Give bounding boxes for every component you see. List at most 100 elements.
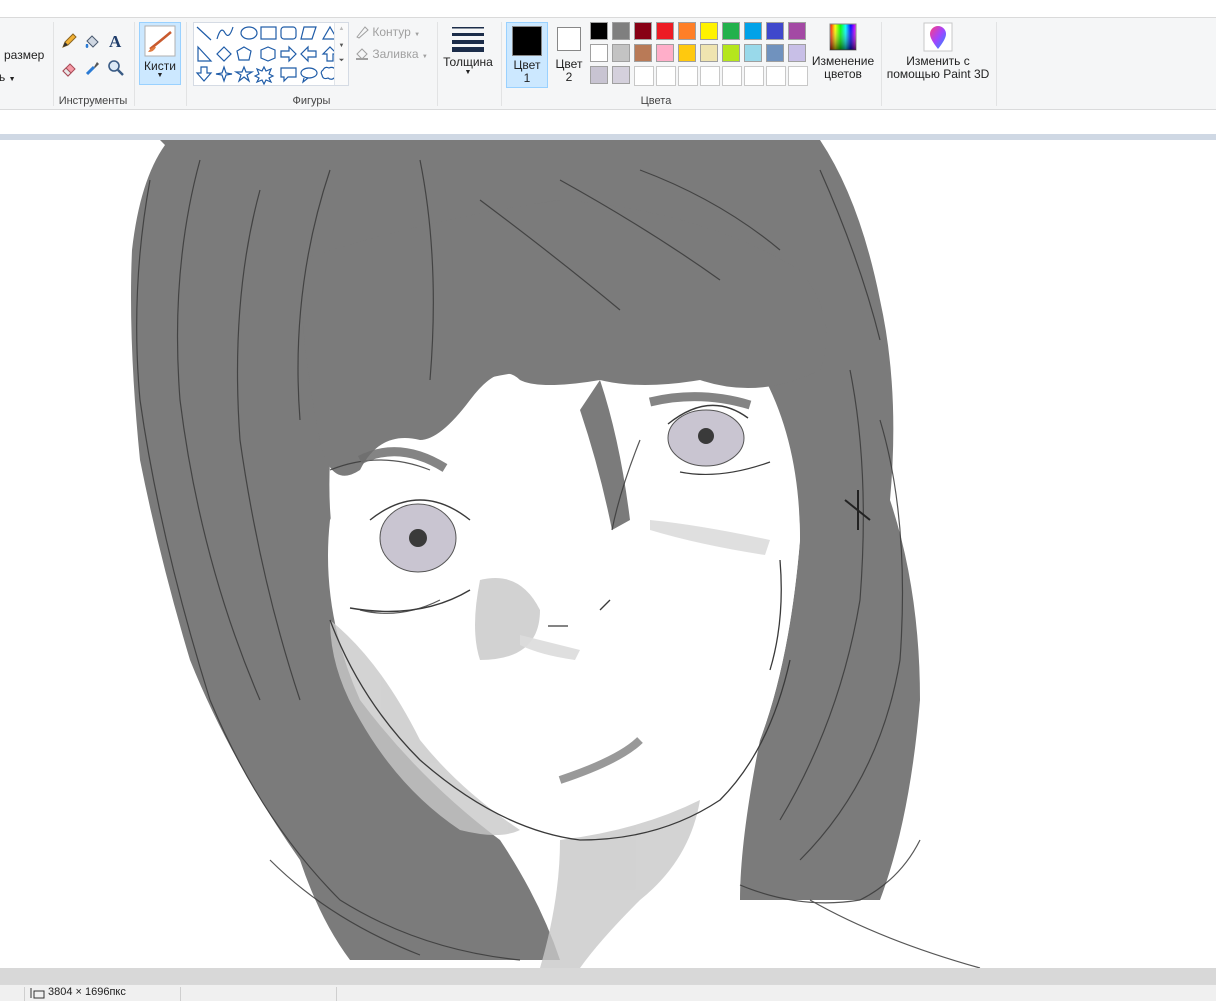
chevron-down-icon: ▼ [421, 54, 428, 60]
status-bar: 3804 × 1696пкс [0, 984, 1216, 1001]
palette-empty-slot[interactable] [678, 66, 698, 86]
size-label: Толщина [443, 55, 493, 69]
size-button[interactable]: Толщина ▼ [440, 24, 496, 84]
palette-swatch[interactable] [678, 44, 696, 62]
shapes-gallery: ▲ ▼ ⏷ [193, 22, 349, 86]
ribbon: размер ь ▼ A Инструменты Кисти ▼ ▲ ▼ ⏷ К… [0, 18, 1216, 110]
colors-group-label: Цвета [640, 95, 672, 107]
text-tool[interactable]: A [106, 31, 126, 51]
color2-button[interactable]: Цвет 2 [552, 22, 586, 88]
shapes-icons [195, 25, 339, 86]
palette-swatch[interactable] [634, 22, 652, 40]
palette-swatch[interactable] [700, 22, 718, 40]
image-dimensions: 3804 × 1696пкс [48, 986, 126, 998]
pencil-tool[interactable] [59, 31, 79, 51]
outline-button[interactable]: Контур ▼ [355, 25, 420, 39]
rotate-label: ь [0, 70, 6, 84]
pencil-icon [62, 33, 77, 48]
shapes-group-label: Фигуры [292, 95, 331, 107]
group-divider [134, 22, 135, 106]
palette-swatch[interactable] [722, 44, 740, 62]
palette-swatch[interactable] [744, 22, 762, 40]
color2-swatch [557, 27, 581, 51]
group-divider [881, 22, 882, 106]
palette-swatch[interactable] [788, 44, 806, 62]
color2-label-line2: 2 [565, 70, 573, 84]
magnifier-icon [108, 60, 124, 76]
eraser-icon [62, 63, 76, 77]
color1-label-line2: 1 [523, 71, 531, 85]
palette-swatch[interactable] [744, 44, 762, 62]
edit-with-paint3d-button[interactable]: Изменить с помощью Paint 3D [885, 22, 991, 88]
eyedropper-icon [85, 62, 99, 76]
image-size-icon [30, 988, 45, 999]
palette-swatch[interactable] [590, 22, 608, 40]
palette-empty-slot[interactable] [744, 66, 764, 86]
palette-empty-slot[interactable] [766, 66, 786, 86]
color1-button[interactable]: Цвет 1 [506, 22, 548, 88]
fill-label: Заливка [372, 47, 419, 61]
line-thickness-icon [452, 27, 484, 52]
group-divider [996, 22, 997, 106]
title-strip [0, 0, 1216, 18]
chevron-down-icon: ▼ [464, 69, 472, 76]
palette-swatch[interactable] [590, 44, 608, 62]
paint3d-label-line2: помощью Paint 3D [886, 67, 990, 81]
group-divider [437, 22, 438, 106]
gallery-expand-icon: ⏷ [338, 57, 345, 64]
status-divider [336, 987, 337, 1001]
ruler-gap [0, 110, 1216, 134]
palette-swatch[interactable] [656, 22, 674, 40]
palette-swatch[interactable] [612, 22, 630, 40]
fill-button[interactable]: Заливка ▼ [355, 47, 428, 61]
outline-label: Контур [372, 25, 411, 39]
text-icon: A [109, 32, 122, 50]
palette-swatch[interactable] [766, 22, 784, 40]
drawing-canvas[interactable] [0, 140, 1216, 968]
color-palette [590, 22, 812, 88]
palette-empty-slot[interactable] [700, 66, 720, 86]
fill-bucket-icon [356, 48, 368, 60]
portrait-drawing [131, 140, 981, 968]
colors-group: Цвет 1 Цвет 2 Изменение цветов Цвета [502, 18, 880, 109]
shapes-group: ▲ ▼ ⏷ Контур ▼ Заливка ▼ Фигуры [187, 18, 436, 109]
palette-swatch[interactable] [722, 22, 740, 40]
palette-swatch[interactable] [678, 22, 696, 40]
palette-swatch[interactable] [612, 44, 630, 62]
rainbow-palette-icon [829, 23, 857, 51]
outline-brush-icon [356, 26, 369, 39]
chevron-down-icon: ▼ [338, 43, 345, 49]
image-group: размер ь ▼ [0, 18, 52, 109]
palette-empty-slot[interactable] [634, 66, 654, 86]
status-divider [180, 987, 181, 1001]
brushes-button[interactable]: Кисти ▼ [139, 22, 181, 85]
palette-empty-slot[interactable] [788, 66, 808, 86]
paint3d-icon [923, 22, 953, 52]
edit-colors-button[interactable]: Изменение цветов [808, 22, 878, 88]
chevron-down-icon: ▼ [414, 32, 421, 38]
chevron-down-icon: ▼ [8, 76, 16, 83]
status-divider [24, 987, 25, 1001]
resize-button[interactable]: размер [4, 48, 44, 62]
palette-empty-slot[interactable] [722, 66, 742, 86]
brushes-label: Кисти [144, 59, 176, 73]
palette-swatch[interactable] [788, 22, 806, 40]
palette-swatch[interactable] [766, 44, 784, 62]
paint-bucket-icon [85, 35, 99, 48]
palette-swatch[interactable] [700, 44, 718, 62]
edit-colors-label-line2: цветов [824, 67, 862, 81]
shapes-gallery-scrollbar[interactable]: ▲ ▼ ⏷ [334, 23, 348, 85]
palette-swatch[interactable] [634, 44, 652, 62]
magnifier-tool[interactable] [106, 58, 126, 78]
horizontal-scrollbar[interactable] [0, 968, 1216, 984]
color1-swatch [512, 26, 542, 56]
fill-tool[interactable] [82, 31, 102, 51]
palette-swatch[interactable] [656, 44, 674, 62]
color-picker-tool[interactable] [82, 58, 102, 78]
chevron-up-icon: ▲ [338, 26, 345, 32]
rotate-button[interactable]: ь ▼ [0, 70, 16, 84]
eraser-tool[interactable] [59, 58, 79, 78]
palette-swatch[interactable] [590, 66, 608, 84]
palette-empty-slot[interactable] [656, 66, 676, 86]
palette-swatch[interactable] [612, 66, 630, 84]
